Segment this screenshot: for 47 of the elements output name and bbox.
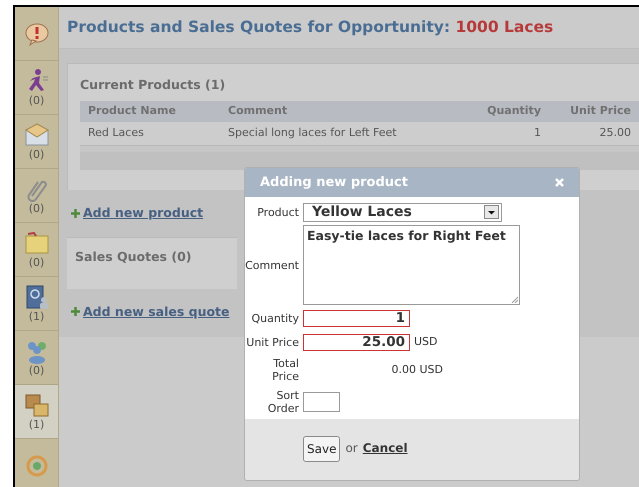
sidebar-item[interactable]: (0)	[15, 115, 58, 169]
or-text: or	[345, 440, 358, 457]
save-button[interactable]: Save	[303, 436, 340, 462]
cancel-link[interactable]: Cancel	[362, 439, 408, 457]
boxes-icon	[24, 392, 50, 418]
folder-icon	[24, 230, 50, 256]
sidebar-item[interactable]: (0)	[15, 61, 58, 115]
sidebar-item[interactable]: (0)	[15, 169, 58, 223]
product-select[interactable]: Yellow Laces	[303, 202, 502, 222]
plus-icon	[71, 307, 80, 316]
currency-label: USD	[414, 334, 438, 350]
page-title: Products and Sales Quotes for Opportunity: 1000 Laces	[67, 16, 554, 38]
dialog-title: Adding new product	[260, 174, 408, 192]
add-product-link[interactable]: Add new product	[83, 204, 204, 222]
plus-icon	[71, 208, 80, 218]
sidebar-item[interactable]: (1)	[15, 277, 58, 331]
envelope-icon	[24, 122, 50, 148]
column-header: Product Name	[87, 103, 177, 119]
table-cell-text: Special long laces for Left Feet	[227, 125, 398, 141]
field-label: Product	[256, 206, 299, 218]
table-cell-text: 1	[533, 125, 542, 141]
resize-grip-icon	[511, 296, 518, 303]
column-header: Quantity	[486, 103, 542, 119]
comment-textarea[interactable]: Easy-tie laces for Right Feet	[303, 225, 520, 305]
sidebar-item[interactable]: (0)	[15, 223, 58, 277]
field-label: Unit Price	[245, 336, 299, 348]
number-input[interactable]: 1	[303, 310, 410, 326]
total-price-value: 0.00 USD	[390, 362, 443, 378]
column-header: Comment	[227, 103, 288, 119]
add-sales-quote-link[interactable]: Add new sales quote	[83, 302, 230, 322]
table-cell-text: Red Laces	[87, 125, 145, 141]
field-label: Total Price	[271, 357, 299, 383]
field-label: Sort Order	[266, 389, 299, 415]
section-heading: Current Products (1)	[80, 76, 226, 94]
alert-bubble-icon	[24, 20, 50, 46]
sort-order-input[interactable]	[303, 392, 340, 412]
field-label: Quantity	[250, 312, 299, 324]
dropdown-caret-icon	[484, 205, 499, 219]
address-book-icon	[24, 284, 50, 310]
field-label: Comment	[245, 258, 299, 272]
table-cell-text: 25.00	[598, 125, 632, 141]
sidebar-item[interactable]: (1)	[15, 385, 58, 439]
close-icon[interactable]	[555, 178, 564, 187]
cycle-icon	[24, 452, 50, 478]
number-input[interactable]: 25.00	[303, 334, 410, 350]
section-heading: Sales Quotes (0)	[75, 248, 192, 266]
column-header: Unit Price	[569, 103, 632, 119]
